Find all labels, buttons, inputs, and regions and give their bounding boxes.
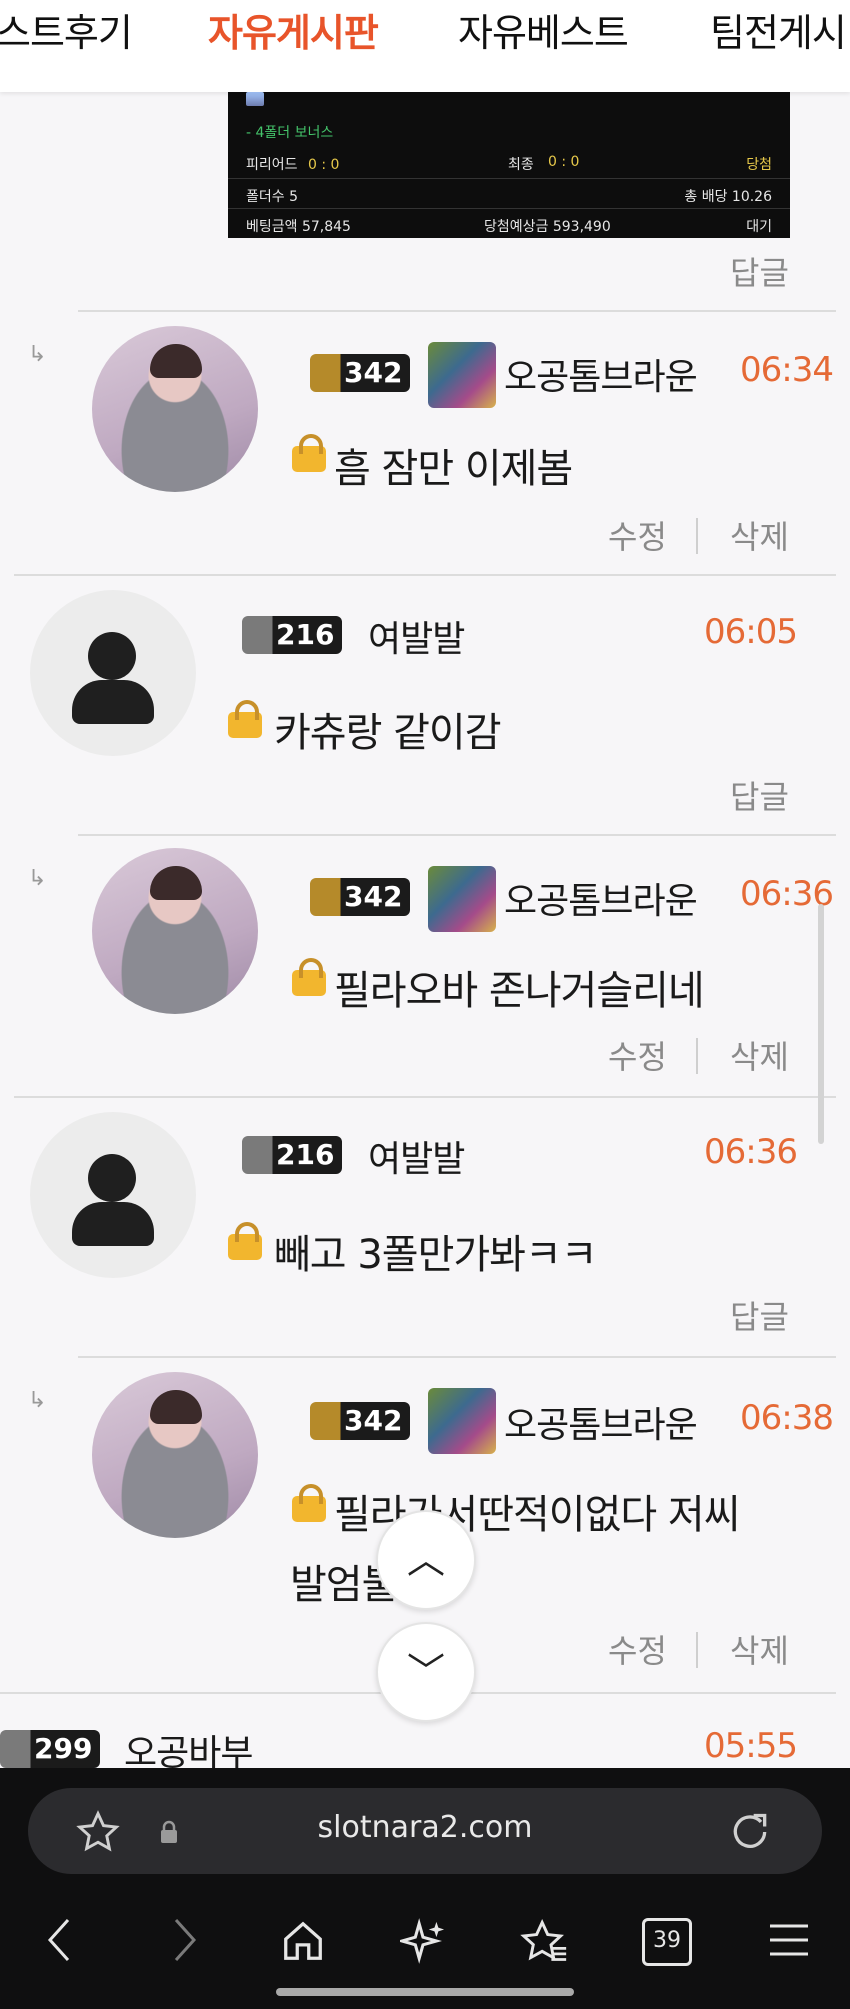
nickname[interactable]: 오공톰브라운 bbox=[504, 872, 698, 924]
final-label: 최종 bbox=[508, 157, 534, 173]
reply-button[interactable]: 답글 bbox=[730, 1292, 789, 1338]
level-icon bbox=[248, 623, 270, 645]
level-icon bbox=[316, 361, 338, 383]
timestamp: 06:36 bbox=[704, 1132, 798, 1172]
game-icon bbox=[428, 1388, 496, 1454]
reload-icon[interactable] bbox=[728, 1810, 772, 1854]
nickname[interactable]: 오공톰브라운 bbox=[504, 348, 698, 400]
nickname[interactable]: 오공톰브라운 bbox=[504, 1396, 698, 1448]
delete-button[interactable]: 삭제 bbox=[730, 512, 789, 558]
comment-item: ↳ 342 오공톰브라운 06:34 흠 잠만 이제봄 수정 삭제 bbox=[28, 310, 836, 574]
status-wait: 대기 bbox=[746, 219, 772, 235]
level-badge: 342 bbox=[310, 878, 411, 916]
reply-button[interactable]: 답글 bbox=[730, 772, 789, 818]
status-win: 당첨 bbox=[746, 157, 772, 173]
betting-slip-image: - 4폴더 보너스 피리어드 0 : 0 최종 0 : 0 당첨 폴더수 5 총… bbox=[228, 92, 790, 238]
comment-text: 흠 잠만 이제봄 bbox=[334, 446, 573, 492]
level-badge: 342 bbox=[310, 1402, 411, 1440]
comment-text: 빼고 3폴만가봐ㅋㅋ bbox=[274, 1232, 598, 1278]
level-badge: 299 bbox=[0, 1730, 101, 1768]
timestamp: 06:34 bbox=[740, 350, 834, 390]
reply-button[interactable]: 답글 bbox=[730, 248, 789, 294]
game-icon bbox=[428, 342, 496, 408]
timestamp: 06:05 bbox=[704, 612, 798, 652]
comment-item: 216 여발발 06:36 빼고 3폴만가봐ㅋㅋ 답글 bbox=[14, 1096, 836, 1358]
nickname[interactable]: 여발발 bbox=[368, 610, 465, 662]
lock-icon bbox=[228, 1222, 262, 1260]
menu-icon[interactable] bbox=[768, 1920, 810, 1960]
reply-arrow-icon: ↳ bbox=[28, 1388, 47, 1413]
comment-item: 216 여발발 06:05 카츄랑 같이감 답글 bbox=[14, 574, 836, 838]
period-score: 0 : 0 bbox=[307, 157, 340, 173]
avatar[interactable] bbox=[92, 1372, 258, 1538]
ticket-icon bbox=[246, 92, 264, 106]
chevron-up-icon: ︿ bbox=[406, 1538, 445, 1582]
comment-text: 카츄랑 같이감 bbox=[274, 710, 502, 756]
default-avatar[interactable] bbox=[30, 1112, 196, 1278]
tab-free-board[interactable]: 자유게시판 bbox=[208, 2, 379, 57]
forward-icon[interactable] bbox=[170, 1916, 200, 1964]
timestamp: 06:38 bbox=[740, 1398, 834, 1438]
url-text: slotnara2.com bbox=[317, 1810, 533, 1845]
home-icon[interactable] bbox=[280, 1918, 326, 1964]
level-badge: 216 bbox=[242, 1136, 343, 1174]
nickname[interactable]: 여발발 bbox=[368, 1130, 465, 1182]
scrollbar[interactable] bbox=[818, 904, 824, 1144]
bookmarks-icon[interactable] bbox=[520, 1918, 568, 1964]
tabs-icon[interactable]: 39 bbox=[642, 1918, 692, 1966]
level-icon bbox=[6, 1737, 28, 1759]
level-icon bbox=[248, 1143, 270, 1165]
reply-arrow-icon: ↳ bbox=[28, 866, 47, 891]
board-tabs: 스트후기 자유게시판 자유베스트 팀전게시 bbox=[0, 0, 850, 92]
edit-button[interactable]: 수정 bbox=[608, 1626, 667, 1672]
timestamp: 05:55 bbox=[704, 1726, 798, 1766]
sparkle-icon[interactable] bbox=[400, 1918, 446, 1964]
gesture-home-bar bbox=[276, 1988, 574, 1996]
comment-text: 필라오바 존나거슬리네 bbox=[334, 968, 705, 1014]
level-badge: 216 bbox=[242, 616, 343, 654]
level-icon bbox=[316, 885, 338, 907]
delete-button[interactable]: 삭제 bbox=[730, 1626, 789, 1672]
expected-amount: 당첨예상금 593,490 bbox=[484, 219, 611, 235]
lock-icon bbox=[228, 700, 262, 738]
level-icon bbox=[316, 1409, 338, 1431]
folders-label: 폴더수 5 bbox=[246, 189, 298, 205]
lock-icon bbox=[292, 958, 326, 996]
tab-count: 39 bbox=[653, 1928, 681, 1953]
game-icon bbox=[428, 866, 496, 932]
avatar[interactable] bbox=[92, 848, 258, 1014]
tab-free-best[interactable]: 자유베스트 bbox=[458, 2, 629, 57]
tab-team-board[interactable]: 팀전게시 bbox=[710, 2, 847, 57]
chevron-down-icon: ﹀ bbox=[406, 1650, 445, 1694]
avatar[interactable] bbox=[92, 326, 258, 492]
scroll-up-button[interactable]: ︿ bbox=[376, 1510, 476, 1610]
comment-item: ↳ 342 오공톰브라운 06:36 필라오바 존나거슬리네 수정 삭제 bbox=[28, 834, 836, 1098]
edit-button[interactable]: 수정 bbox=[608, 1032, 667, 1078]
lock-icon bbox=[292, 1484, 326, 1522]
scroll-down-button[interactable]: ﹀ bbox=[376, 1622, 476, 1722]
browser-bottom-bar: slotnara2.com 39 bbox=[0, 1768, 850, 2009]
slip-bonus: - 4폴더 보너스 bbox=[246, 125, 334, 141]
bet-amount: 베팅금액 57,845 bbox=[246, 219, 351, 235]
tab-reviews[interactable]: 스트후기 bbox=[0, 2, 133, 57]
level-badge: 342 bbox=[310, 354, 411, 392]
edit-button[interactable]: 수정 bbox=[608, 512, 667, 558]
back-icon[interactable] bbox=[44, 1916, 74, 1964]
total-odds: 총 배당 10.26 bbox=[684, 189, 772, 205]
final-score: 0 : 0 bbox=[548, 154, 580, 170]
delete-button[interactable]: 삭제 bbox=[730, 1032, 789, 1078]
default-avatar[interactable] bbox=[30, 590, 196, 756]
period-label: 피리어드 bbox=[246, 157, 298, 173]
lock-icon bbox=[292, 434, 326, 472]
reply-arrow-icon: ↳ bbox=[28, 342, 47, 367]
address-bar[interactable]: slotnara2.com bbox=[28, 1788, 822, 1874]
